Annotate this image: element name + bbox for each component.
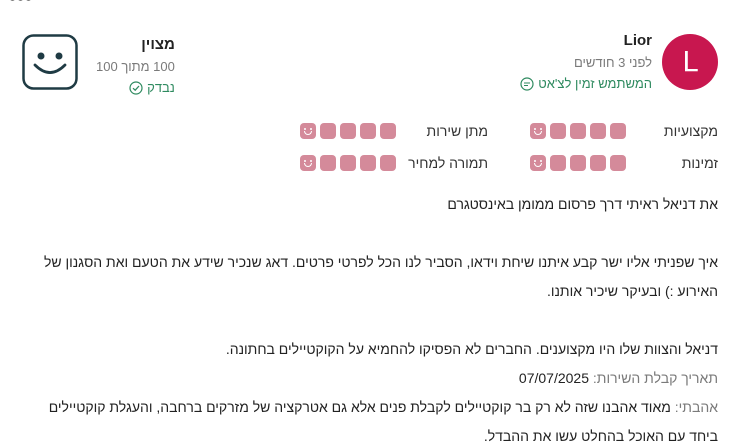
rating-dots bbox=[300, 155, 396, 171]
rating-dot bbox=[590, 155, 606, 171]
review-paragraph: איך שפניתי אליו ישר קבע איתנו שיחת וידאו… bbox=[43, 254, 718, 299]
rating-dot bbox=[320, 123, 336, 139]
rating-dots bbox=[530, 123, 626, 139]
rating-dot bbox=[550, 123, 566, 139]
review-body: את דניאל ראיתי דרך פרסום ממומן באינסטגרם… bbox=[38, 190, 718, 447]
chat-available-link[interactable]: המשתמש זמין לצ'אט bbox=[520, 76, 652, 91]
verified-badge: נבדק bbox=[96, 80, 175, 95]
avatar[interactable]: L bbox=[662, 33, 718, 90]
category-service: מתן שירות bbox=[300, 121, 488, 141]
rating-dot bbox=[610, 155, 626, 171]
reviewer-name[interactable]: Lior bbox=[520, 32, 652, 49]
rating-smiley-icon bbox=[530, 123, 546, 139]
smiley-face-icon bbox=[22, 34, 78, 90]
review-time: לפני 3 חודשים bbox=[573, 55, 652, 70]
category-label: מקצועיות bbox=[663, 123, 718, 139]
rating-dot bbox=[380, 155, 396, 171]
rating-dot bbox=[570, 123, 586, 139]
rating-dot bbox=[550, 155, 566, 171]
rating-dots bbox=[530, 155, 626, 171]
rating-dot bbox=[380, 123, 396, 139]
overall-rating-word: מצוין bbox=[141, 36, 175, 53]
rating-dot bbox=[340, 155, 356, 171]
check-circle-icon bbox=[129, 80, 143, 95]
chat-available-label: המשתמש זמין לצ'אט bbox=[538, 76, 652, 91]
overall-meta: מצוין 100 מתוך 100 נבדק bbox=[96, 34, 175, 95]
more-options-icon[interactable] bbox=[10, 0, 31, 1]
rating-dot bbox=[320, 155, 336, 171]
rating-dot bbox=[590, 123, 606, 139]
review-paragraph: דניאל והצוות שלו היו מקצוענים. החברים לא… bbox=[225, 341, 718, 357]
loved-label: אהבתי: bbox=[674, 399, 718, 415]
rating-dot bbox=[610, 123, 626, 139]
service-date-label: תאריך קבלת השירות: bbox=[592, 370, 718, 386]
overall-rating: מצוין 100 מתוך 100 נבדק bbox=[22, 34, 175, 95]
category-label: זמינות bbox=[681, 155, 718, 171]
loved-row: אהבתי: מאוד אהבנו שזה לא רק בר קוקטיילים… bbox=[38, 393, 718, 447]
rating-dots bbox=[300, 123, 396, 139]
rating-smiley-icon bbox=[300, 155, 316, 171]
category-label: תמורה למחיר bbox=[408, 155, 488, 171]
rating-smiley-icon bbox=[300, 123, 316, 139]
rating-dot bbox=[360, 123, 376, 139]
category-label: מתן שירות bbox=[426, 123, 488, 139]
service-date-row: תאריך קבלת השירות: 07/07/2025 bbox=[38, 364, 718, 393]
verified-label: נבדק bbox=[147, 80, 175, 95]
service-date-value: 07/07/2025 bbox=[518, 370, 589, 386]
category-availability: זמינות bbox=[530, 153, 718, 173]
reviewer-meta: Lior לפני 3 חודשים המשתמש זמין לצ'אט bbox=[520, 32, 652, 91]
loved-text: מאוד אהבנו שזה לא רק בר קוקטיילים לקבלת … bbox=[48, 399, 718, 444]
rating-dot bbox=[340, 123, 356, 139]
rating-dot bbox=[360, 155, 376, 171]
category-value-for-money: תמורה למחיר bbox=[300, 153, 488, 173]
reviewer-header: L Lior לפני 3 חודשים המשתמש זמין לצ'אט bbox=[520, 32, 718, 91]
review-paragraph: את דניאל ראיתי דרך פרסום ממומן באינסטגרם bbox=[447, 196, 718, 212]
rating-dot bbox=[570, 155, 586, 171]
chat-bubble-icon bbox=[520, 76, 534, 91]
rating-smiley-icon bbox=[530, 155, 546, 171]
overall-score: 100 מתוך 100 bbox=[96, 59, 175, 74]
category-professionalism: מקצועיות bbox=[530, 121, 718, 141]
